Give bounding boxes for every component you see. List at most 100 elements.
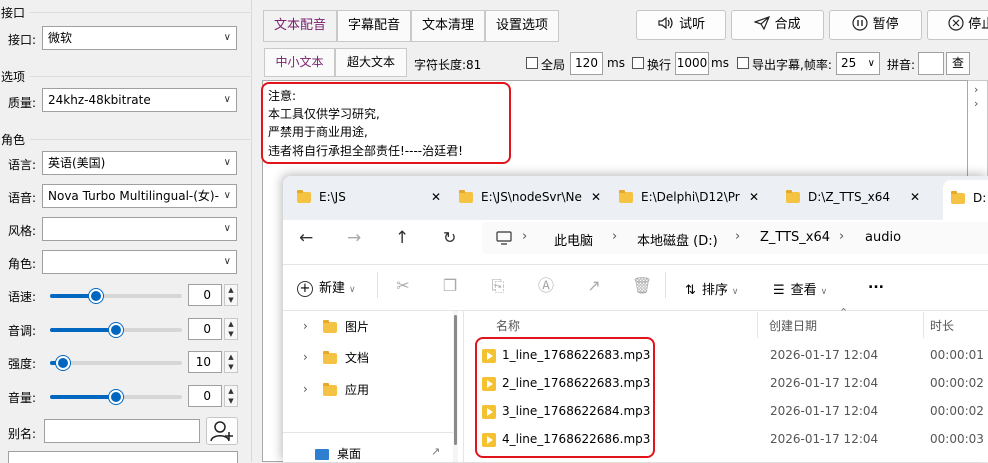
column-created-date[interactable]: 创建日期 bbox=[769, 317, 817, 334]
delete-icon[interactable]: 🗑 bbox=[632, 276, 652, 296]
new-button[interactable]: + 新建 ∨ bbox=[297, 277, 356, 297]
breadcrumb-audio[interactable]: audio bbox=[865, 230, 901, 245]
column-name[interactable]: 名称 bbox=[496, 317, 520, 334]
extra-input[interactable] bbox=[8, 451, 238, 463]
close-icon[interactable]: ✕ bbox=[431, 182, 441, 212]
chevron-down-icon[interactable]: ▼ bbox=[225, 362, 237, 372]
add-user-button[interactable] bbox=[206, 417, 238, 445]
export-subtitle-checkbox[interactable] bbox=[737, 57, 749, 69]
pitch-stepper[interactable]: ▲ ▼ bbox=[224, 318, 238, 340]
back-icon[interactable]: ← bbox=[299, 228, 313, 248]
chevron-up-icon[interactable]: ▲ bbox=[225, 319, 237, 329]
explorer-tab-4[interactable]: D:\Z_TTS_x64 ✕ bbox=[786, 182, 924, 212]
chevron-down-icon[interactable]: ▼ bbox=[225, 295, 237, 305]
tab-subtitle-dubbing[interactable]: 字幕配音 bbox=[337, 10, 411, 42]
explorer-tab-3[interactable]: E:\Delphi\D12\Pr ✕ bbox=[619, 182, 763, 212]
column-duration[interactable]: 时长 bbox=[930, 317, 954, 334]
copy-icon[interactable]: ❐ bbox=[440, 276, 460, 296]
pitch-label: 音调: bbox=[8, 324, 37, 338]
rename-icon[interactable]: Ⓐ bbox=[536, 276, 556, 296]
quality-select[interactable]: 24khz-48kbitrate ∨ bbox=[42, 88, 237, 112]
more-options-button[interactable]: ... bbox=[868, 276, 884, 292]
pinyin-input[interactable] bbox=[918, 52, 944, 75]
chevron-right-icon[interactable]: › bbox=[303, 350, 308, 364]
pitch-input[interactable]: 0 bbox=[188, 318, 222, 340]
listen-button[interactable]: 试听 bbox=[636, 10, 726, 40]
chevron-right-icon[interactable]: › bbox=[974, 83, 978, 96]
cut-icon[interactable]: ✂ bbox=[393, 276, 413, 296]
close-icon[interactable]: ✕ bbox=[742, 182, 759, 212]
nav-item-documents[interactable]: 文档 bbox=[323, 349, 369, 366]
nav-item-apps[interactable]: 应用 bbox=[323, 381, 369, 398]
breadcrumb-this-pc[interactable]: 此电脑 bbox=[554, 230, 593, 249]
chevron-up-icon[interactable]: ▲ bbox=[225, 285, 237, 295]
close-icon[interactable]: ✕ bbox=[910, 182, 920, 212]
speed-slider[interactable] bbox=[50, 289, 182, 303]
fps-select[interactable]: 25 ∨ bbox=[836, 52, 880, 75]
chevron-right-icon[interactable]: › bbox=[303, 382, 308, 396]
speed-slider-handle[interactable] bbox=[89, 289, 103, 303]
interface-value: 微软 bbox=[48, 31, 73, 45]
share-icon[interactable]: ↗ bbox=[584, 276, 604, 296]
char-length: 字符长度:81 bbox=[414, 58, 482, 72]
synthesize-button[interactable]: 合成 bbox=[731, 10, 824, 40]
chevron-right-icon[interactable]: › bbox=[974, 97, 978, 110]
close-icon[interactable]: ✕ bbox=[584, 182, 601, 212]
alias-input[interactable] bbox=[44, 419, 200, 443]
address-bar[interactable]: › 此电脑 › 本地磁盘 (D:) › Z_TTS_x64 › audio bbox=[482, 222, 988, 254]
tab-settings[interactable]: 设置选项 bbox=[485, 10, 559, 42]
tab-text-dubbing[interactable]: 文本配音 bbox=[263, 10, 337, 42]
nav-item-desktop[interactable]: 桌面 bbox=[315, 445, 361, 462]
volume-slider[interactable] bbox=[50, 390, 182, 404]
chevron-right-icon[interactable]: › bbox=[303, 319, 308, 333]
voice-select[interactable]: Nova Turbo Multilingual-(女)- ∨ bbox=[42, 184, 237, 208]
tab-text-cleanup[interactable]: 文本清理 bbox=[411, 10, 485, 42]
speed-input[interactable]: 0 bbox=[188, 284, 222, 306]
global-unit: ms bbox=[607, 56, 625, 70]
nav-scrollbar[interactable] bbox=[453, 311, 458, 462]
paste-icon[interactable]: ⎘ bbox=[488, 276, 508, 296]
newline-checkbox[interactable] bbox=[632, 57, 644, 69]
global-checkbox[interactable] bbox=[526, 57, 538, 69]
language-select[interactable]: 英语(美国) ∨ bbox=[42, 151, 237, 175]
breadcrumb-z-tts[interactable]: Z_TTS_x64 bbox=[760, 230, 830, 245]
voice-label: 语音: bbox=[8, 191, 37, 205]
lookup-button[interactable]: 查 bbox=[946, 52, 970, 75]
volume-stepper[interactable]: ▲ ▼ bbox=[224, 385, 238, 407]
up-icon[interactable]: ↑ bbox=[395, 228, 409, 248]
style-select[interactable]: ∨ bbox=[42, 217, 237, 241]
nav-item-pictures[interactable]: 图片 bbox=[323, 318, 369, 335]
role-select[interactable]: ∨ bbox=[42, 250, 237, 274]
pin-icon[interactable]: ↗ bbox=[431, 445, 440, 458]
chevron-up-icon[interactable]: ▲ bbox=[225, 352, 237, 362]
breadcrumb-drive-d[interactable]: 本地磁盘 (D:) bbox=[637, 230, 718, 249]
volume-input[interactable]: 0 bbox=[188, 385, 222, 407]
chevron-down-icon[interactable]: ▼ bbox=[225, 329, 237, 339]
folder-icon bbox=[459, 190, 473, 203]
tab-large-text[interactable]: 超大文本 bbox=[335, 48, 407, 77]
forward-icon[interactable]: → bbox=[347, 228, 361, 248]
explorer-tab-2[interactable]: E:\JS\nodeSvr\Ne ✕ bbox=[459, 182, 605, 212]
pause-button[interactable]: 暂停 bbox=[829, 10, 922, 40]
chevron-up-icon[interactable]: ▲ bbox=[225, 386, 237, 396]
intensity-slider[interactable] bbox=[50, 356, 182, 370]
intensity-input[interactable]: 10 bbox=[188, 351, 222, 373]
speed-stepper[interactable]: ▲ ▼ bbox=[224, 284, 238, 306]
pitch-slider-handle[interactable] bbox=[109, 323, 123, 337]
intensity-slider-handle[interactable] bbox=[56, 356, 70, 370]
sort-button[interactable]: ⇅ 排序 ∨ bbox=[685, 279, 739, 298]
chevron-down-icon[interactable]: ▼ bbox=[225, 396, 237, 406]
intensity-stepper[interactable]: ▲ ▼ bbox=[224, 351, 238, 373]
explorer-tab-1[interactable]: E:\JS ✕ bbox=[297, 182, 445, 212]
stop-button[interactable]: 停止 bbox=[927, 10, 988, 40]
tab-small-text[interactable]: 中小文本 bbox=[264, 48, 335, 77]
refresh-icon[interactable]: ↻ bbox=[443, 228, 456, 247]
folder-icon bbox=[786, 190, 800, 203]
global-interval-input[interactable]: 120 bbox=[570, 52, 603, 75]
newline-interval-input[interactable]: 1000 bbox=[675, 52, 709, 75]
pitch-slider[interactable] bbox=[50, 323, 182, 337]
explorer-tab-active[interactable]: D: bbox=[943, 180, 988, 220]
interface-select[interactable]: 微软 ∨ bbox=[42, 26, 237, 50]
volume-slider-handle[interactable] bbox=[109, 390, 123, 404]
view-button[interactable]: ☰ 查看 ∨ bbox=[773, 279, 827, 298]
